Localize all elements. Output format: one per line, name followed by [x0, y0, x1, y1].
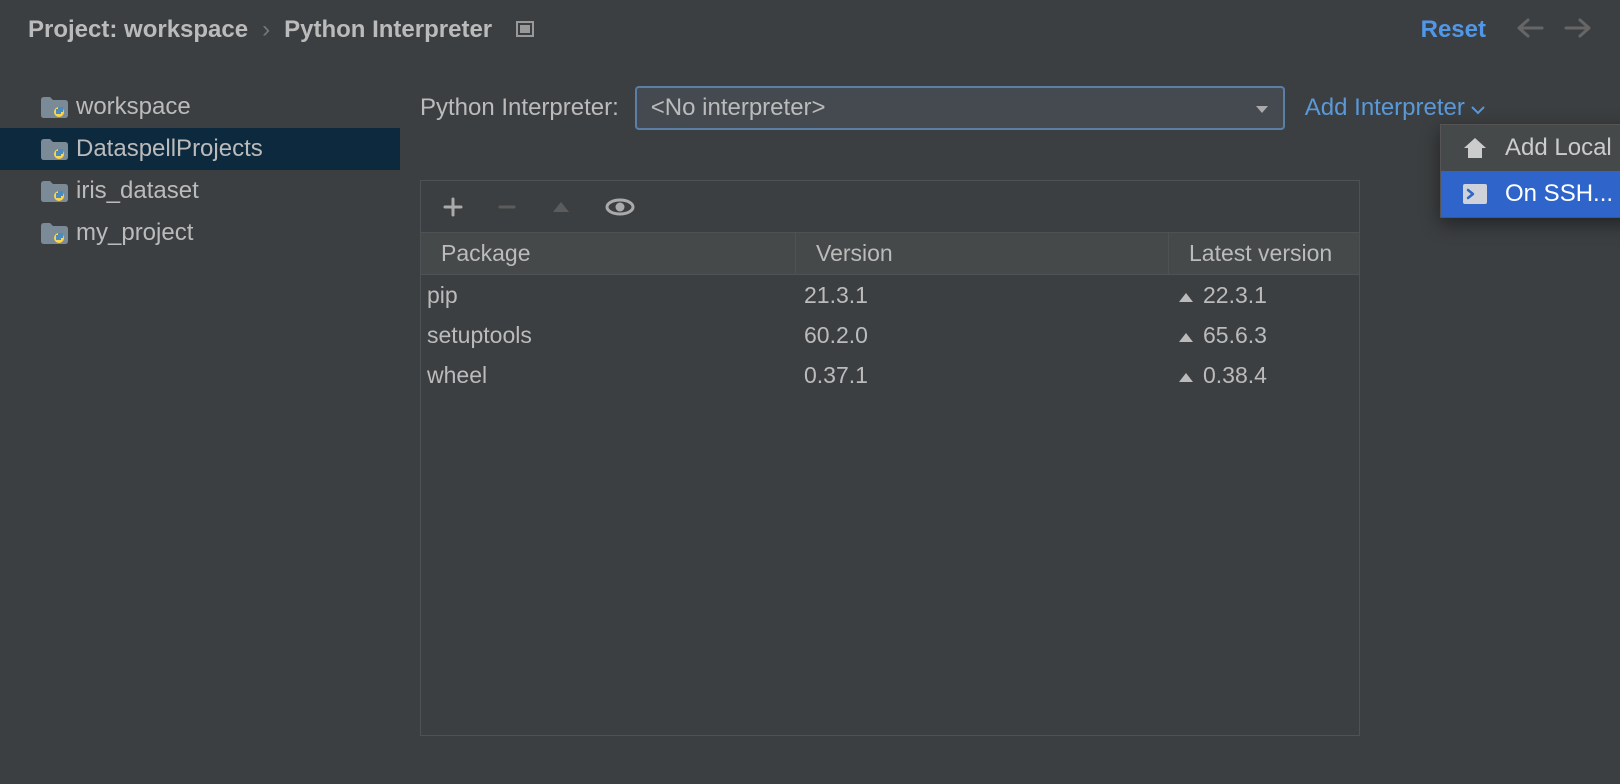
upgrade-available-icon: [1177, 282, 1195, 309]
table-row[interactable]: wheel 0.37.1 0.38.4: [421, 355, 1359, 395]
forward-arrow-icon: [1564, 14, 1592, 46]
python-folder-icon: [40, 222, 68, 244]
expand-icon[interactable]: [516, 16, 534, 44]
cell-package: pip: [421, 282, 796, 309]
add-interpreter-label: Add Interpreter: [1305, 94, 1465, 122]
remove-package-button[interactable]: [497, 197, 517, 217]
home-icon: [1461, 135, 1489, 161]
cell-version: 0.37.1: [796, 362, 1169, 389]
breadcrumb-separator: ›: [262, 16, 270, 44]
interpreter-select[interactable]: <No interpreter>: [635, 86, 1285, 130]
header-bar: Project: workspace › Python Interpreter …: [0, 0, 1620, 60]
upgrade-available-icon: [1177, 362, 1195, 389]
python-folder-icon: [40, 138, 68, 160]
cell-version: 60.2.0: [796, 322, 1169, 349]
cell-version: 21.3.1: [796, 282, 1169, 309]
packages-table: Package Version Latest version pip 21.3.…: [420, 232, 1360, 736]
column-latest[interactable]: Latest version: [1169, 233, 1359, 274]
reset-button[interactable]: Reset: [1421, 16, 1486, 44]
table-body: pip 21.3.1 22.3.1 setuptools 60.2.0: [421, 275, 1359, 735]
breadcrumb-current: Python Interpreter: [284, 16, 492, 44]
cell-latest-value: 22.3.1: [1203, 282, 1267, 309]
table-header: Package Version Latest version: [421, 233, 1359, 275]
upgrade-package-button[interactable]: [551, 200, 571, 214]
interpreter-label: Python Interpreter:: [420, 94, 619, 122]
column-package[interactable]: Package: [421, 233, 796, 274]
cell-package: wheel: [421, 362, 796, 389]
breadcrumb: Project: workspace › Python Interpreter: [28, 16, 1421, 44]
project-sidebar: workspace DataspellProjects iris_dataset…: [0, 60, 400, 784]
menu-item-on-ssh[interactable]: On SSH...: [1441, 171, 1620, 217]
add-interpreter-link[interactable]: Add Interpreter: [1305, 94, 1485, 122]
upgrade-available-icon: [1177, 322, 1195, 349]
sidebar-item-my-project[interactable]: my_project: [0, 212, 400, 254]
sidebar-item-label: my_project: [76, 219, 193, 247]
cell-package: setuptools: [421, 322, 796, 349]
python-folder-icon: [40, 96, 68, 118]
back-arrow-icon: [1516, 14, 1544, 46]
nav-arrows: [1516, 14, 1592, 46]
cell-latest-value: 0.38.4: [1203, 362, 1267, 389]
breadcrumb-project[interactable]: Project: workspace: [28, 16, 248, 44]
header-actions: Reset: [1421, 14, 1592, 46]
column-version[interactable]: Version: [796, 233, 1169, 274]
main-panel: Python Interpreter: <No interpreter> Add…: [400, 60, 1620, 784]
sidebar-item-workspace[interactable]: workspace: [0, 86, 400, 128]
add-package-button[interactable]: [443, 197, 463, 217]
menu-item-add-local[interactable]: Add Local Interpreter...: [1441, 125, 1620, 171]
table-row[interactable]: pip 21.3.1 22.3.1: [421, 275, 1359, 315]
sidebar-item-iris-dataset[interactable]: iris_dataset: [0, 170, 400, 212]
sidebar-item-label: workspace: [76, 93, 191, 121]
chevron-down-icon: [1255, 94, 1269, 122]
sidebar-item-label: DataspellProjects: [76, 135, 263, 163]
sidebar-item-dataspellprojects[interactable]: DataspellProjects: [0, 128, 400, 170]
show-early-releases-button[interactable]: [605, 197, 635, 217]
interpreter-select-value: <No interpreter>: [651, 94, 826, 122]
ssh-icon: [1461, 181, 1489, 207]
cell-latest: 0.38.4: [1169, 362, 1359, 389]
cell-latest: 65.6.3: [1169, 322, 1359, 349]
chevron-down-icon: [1471, 94, 1485, 122]
cell-latest: 22.3.1: [1169, 282, 1359, 309]
table-row[interactable]: setuptools 60.2.0 65.6.3: [421, 315, 1359, 355]
python-folder-icon: [40, 180, 68, 202]
menu-item-label: On SSH...: [1505, 180, 1613, 208]
cell-latest-value: 65.6.3: [1203, 322, 1267, 349]
packages-toolbar: [420, 180, 1360, 232]
add-interpreter-menu: Add Local Interpreter... On SSH...: [1440, 124, 1620, 218]
sidebar-item-label: iris_dataset: [76, 177, 199, 205]
menu-item-label: Add Local Interpreter...: [1505, 134, 1620, 162]
